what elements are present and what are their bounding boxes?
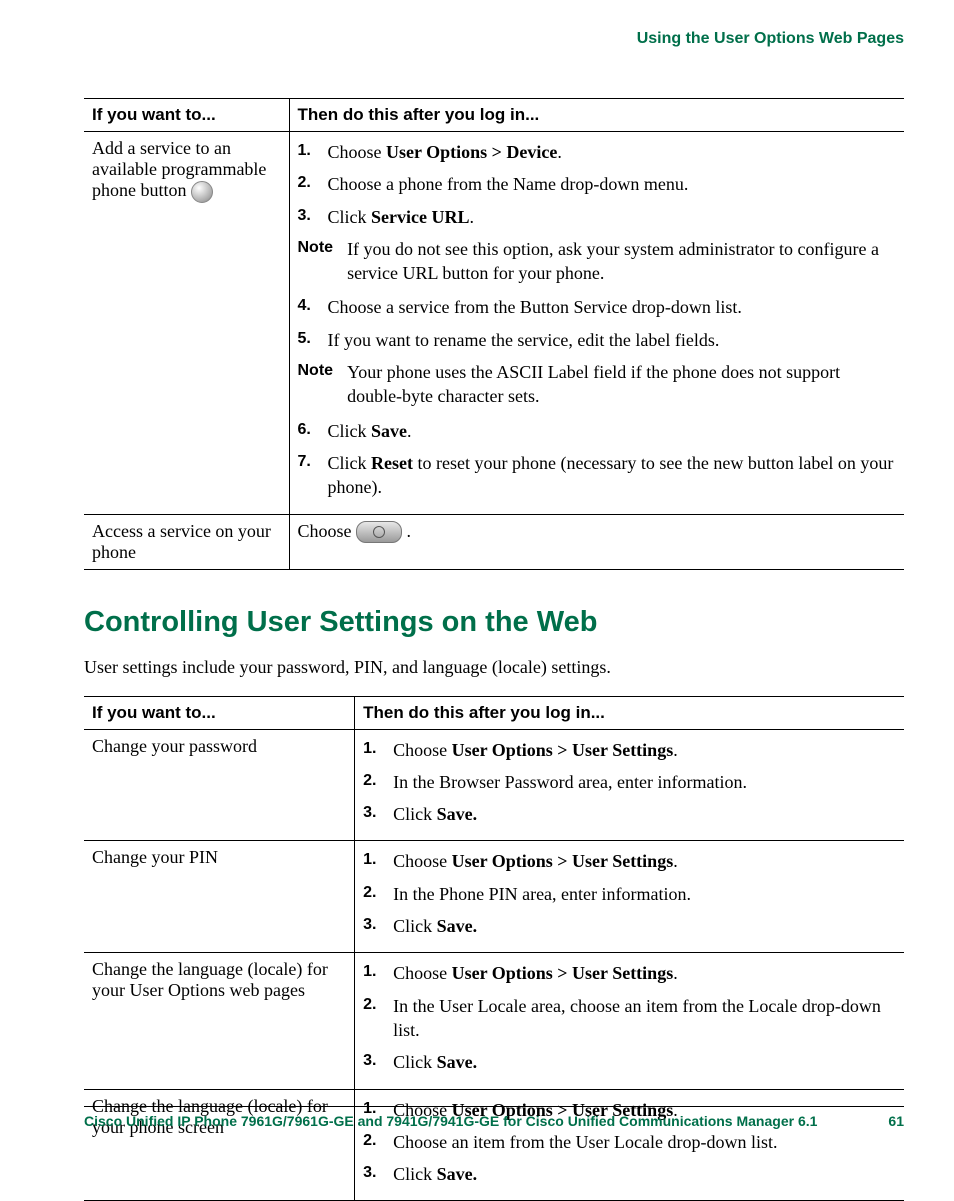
- step-number: 1.: [363, 849, 383, 873]
- step-text: Choose an item from the User Locale drop…: [393, 1130, 777, 1154]
- table-header-left: If you want to...: [84, 99, 289, 132]
- step-number: 1.: [363, 738, 383, 762]
- step-number: 7.: [298, 451, 318, 500]
- step-text: Choose User Options > User Settings.: [393, 738, 678, 762]
- page: Using the User Options Web Pages If you …: [0, 0, 954, 1159]
- table-header-right: Then do this after you log in...: [289, 99, 904, 132]
- step-text: In the User Locale area, choose an item …: [393, 994, 896, 1043]
- step-item: 2. Choose an item from the User Locale dr…: [363, 1130, 896, 1154]
- step-item: 2. In the Phone PIN area, enter informati…: [363, 882, 896, 906]
- step-number: 1.: [363, 961, 383, 985]
- page-footer: Cisco Unified IP Phone 7961G/7961G-GE an…: [84, 1106, 904, 1129]
- step-number: 3.: [363, 1162, 383, 1186]
- note-text: Your phone uses the ASCII Label field if…: [347, 360, 896, 409]
- step-text: Click Save.: [328, 419, 412, 443]
- section-heading: Controlling User Settings on the Web: [84, 606, 904, 639]
- step-number: 3.: [363, 1050, 383, 1074]
- step-list: 1. Choose User Options > Device. 2. Choose …: [298, 140, 897, 229]
- step-number: 3.: [363, 802, 383, 826]
- task-cell: Change your PIN: [84, 841, 355, 953]
- step-text: Click Save.: [393, 914, 477, 938]
- task-cell: Add a service to an available programmab…: [84, 132, 289, 515]
- step-item: 7.Click Reset to reset your phone (neces…: [298, 451, 897, 500]
- step-number: 2.: [363, 1130, 383, 1154]
- action-cell: 1. Choose User Options > User Settings. 2.…: [355, 841, 904, 953]
- step-text: Click Service URL.: [328, 205, 474, 229]
- step-number: 2.: [363, 994, 383, 1043]
- task-cell: Change the language (locale) for your Us…: [84, 953, 355, 1089]
- step-text: Choose a service from the Button Service…: [328, 295, 742, 319]
- step-text: If you want to rename the service, edit …: [328, 328, 720, 352]
- step-item: 5. If you want to rename the service, edi…: [298, 328, 897, 352]
- step-list: 1. Choose User Options > User Settings. 2.…: [363, 738, 896, 827]
- running-header: Using the User Options Web Pages: [84, 30, 904, 48]
- step-number: 3.: [298, 205, 318, 229]
- programmable-button-icon: [191, 181, 213, 203]
- step-text: Click Save.: [393, 802, 477, 826]
- action-cell: 1. Choose User Options > User Settings. 2.…: [355, 953, 904, 1089]
- step-number: 5.: [298, 328, 318, 352]
- table-row: Change your password 1. Choose User Option…: [84, 729, 904, 841]
- table-services: If you want to... Then do this after you…: [84, 98, 904, 570]
- table-row: Change your PIN 1. Choose User Options > U…: [84, 841, 904, 953]
- step-list: 1. Choose User Options > User Settings. 2.…: [363, 849, 896, 938]
- footer-page-number: 61: [888, 1113, 904, 1129]
- action-cell: Choose .: [289, 514, 904, 569]
- table-row: Change the language (locale) for your Us…: [84, 953, 904, 1089]
- step-text: Choose User Options > User Settings.: [393, 849, 678, 873]
- note-label: Note: [298, 237, 334, 286]
- table-row: Access a service on your phoneChoose .: [84, 514, 904, 569]
- step-number: 2.: [363, 770, 383, 794]
- step-item: 3. Click Save.: [363, 914, 896, 938]
- step-number: 4.: [298, 295, 318, 319]
- step-text: Choose a phone from the Name drop-down m…: [328, 172, 689, 196]
- step-list: 6. Click Save. 7.Click Reset to reset your…: [298, 419, 897, 500]
- table2-header-left: If you want to...: [84, 696, 355, 729]
- step-item: 2. In the Browser Password area, enter in…: [363, 770, 896, 794]
- step-text: Choose User Options > User Settings.: [393, 961, 678, 985]
- step-item: 2. Choose a phone from the Name drop-down…: [298, 172, 897, 196]
- step-item: 2.In the User Locale area, choose an ite…: [363, 994, 896, 1043]
- step-item: 3. Click Save.: [363, 802, 896, 826]
- step-item: 1. Choose User Options > User Settings.: [363, 849, 896, 873]
- step-number: 2.: [363, 882, 383, 906]
- action-cell: 1. Choose User Options > Device. 2. Choose …: [289, 132, 904, 515]
- table2-header-right: Then do this after you log in...: [355, 696, 904, 729]
- step-item: 6. Click Save.: [298, 419, 897, 443]
- step-text: In the Phone PIN area, enter information…: [393, 882, 691, 906]
- step-text: In the Browser Password area, enter info…: [393, 770, 747, 794]
- task-cell: Access a service on your phone: [84, 514, 289, 569]
- footer-title: Cisco Unified IP Phone 7961G/7961G-GE an…: [84, 1113, 817, 1129]
- step-item: 1. Choose User Options > User Settings.: [363, 738, 896, 762]
- step-item: 1. Choose User Options > Device.: [298, 140, 897, 164]
- services-button-icon: [356, 521, 402, 543]
- table-row: Add a service to an available programmab…: [84, 132, 904, 515]
- step-item: 4. Choose a service from the Button Servi…: [298, 295, 897, 319]
- note-label: Note: [298, 360, 334, 409]
- step-text: Choose User Options > Device.: [328, 140, 562, 164]
- step-text: Click Reset to reset your phone (necessa…: [328, 451, 897, 500]
- step-number: 2.: [298, 172, 318, 196]
- note-text: If you do not see this option, ask your …: [347, 237, 896, 286]
- step-item: 3. Click Save.: [363, 1162, 896, 1186]
- step-text: Click Save.: [393, 1162, 477, 1186]
- step-list: 1. Choose User Options > User Settings. 2.…: [363, 961, 896, 1074]
- step-list: 4. Choose a service from the Button Servi…: [298, 295, 897, 352]
- step-item: 3. Click Service URL.: [298, 205, 897, 229]
- note-row: Note Your phone uses the ASCII Label fiel…: [298, 360, 897, 409]
- task-cell: Change your password: [84, 729, 355, 841]
- step-item: 1. Choose User Options > User Settings.: [363, 961, 896, 985]
- step-item: 3. Click Save.: [363, 1050, 896, 1074]
- step-number: 1.: [298, 140, 318, 164]
- step-text: Click Save.: [393, 1050, 477, 1074]
- section-intro: User settings include your password, PIN…: [84, 657, 904, 678]
- action-cell: 1. Choose User Options > User Settings. 2.…: [355, 729, 904, 841]
- step-number: 6.: [298, 419, 318, 443]
- step-number: 3.: [363, 914, 383, 938]
- note-row: Note If you do not see this option, ask y…: [298, 237, 897, 286]
